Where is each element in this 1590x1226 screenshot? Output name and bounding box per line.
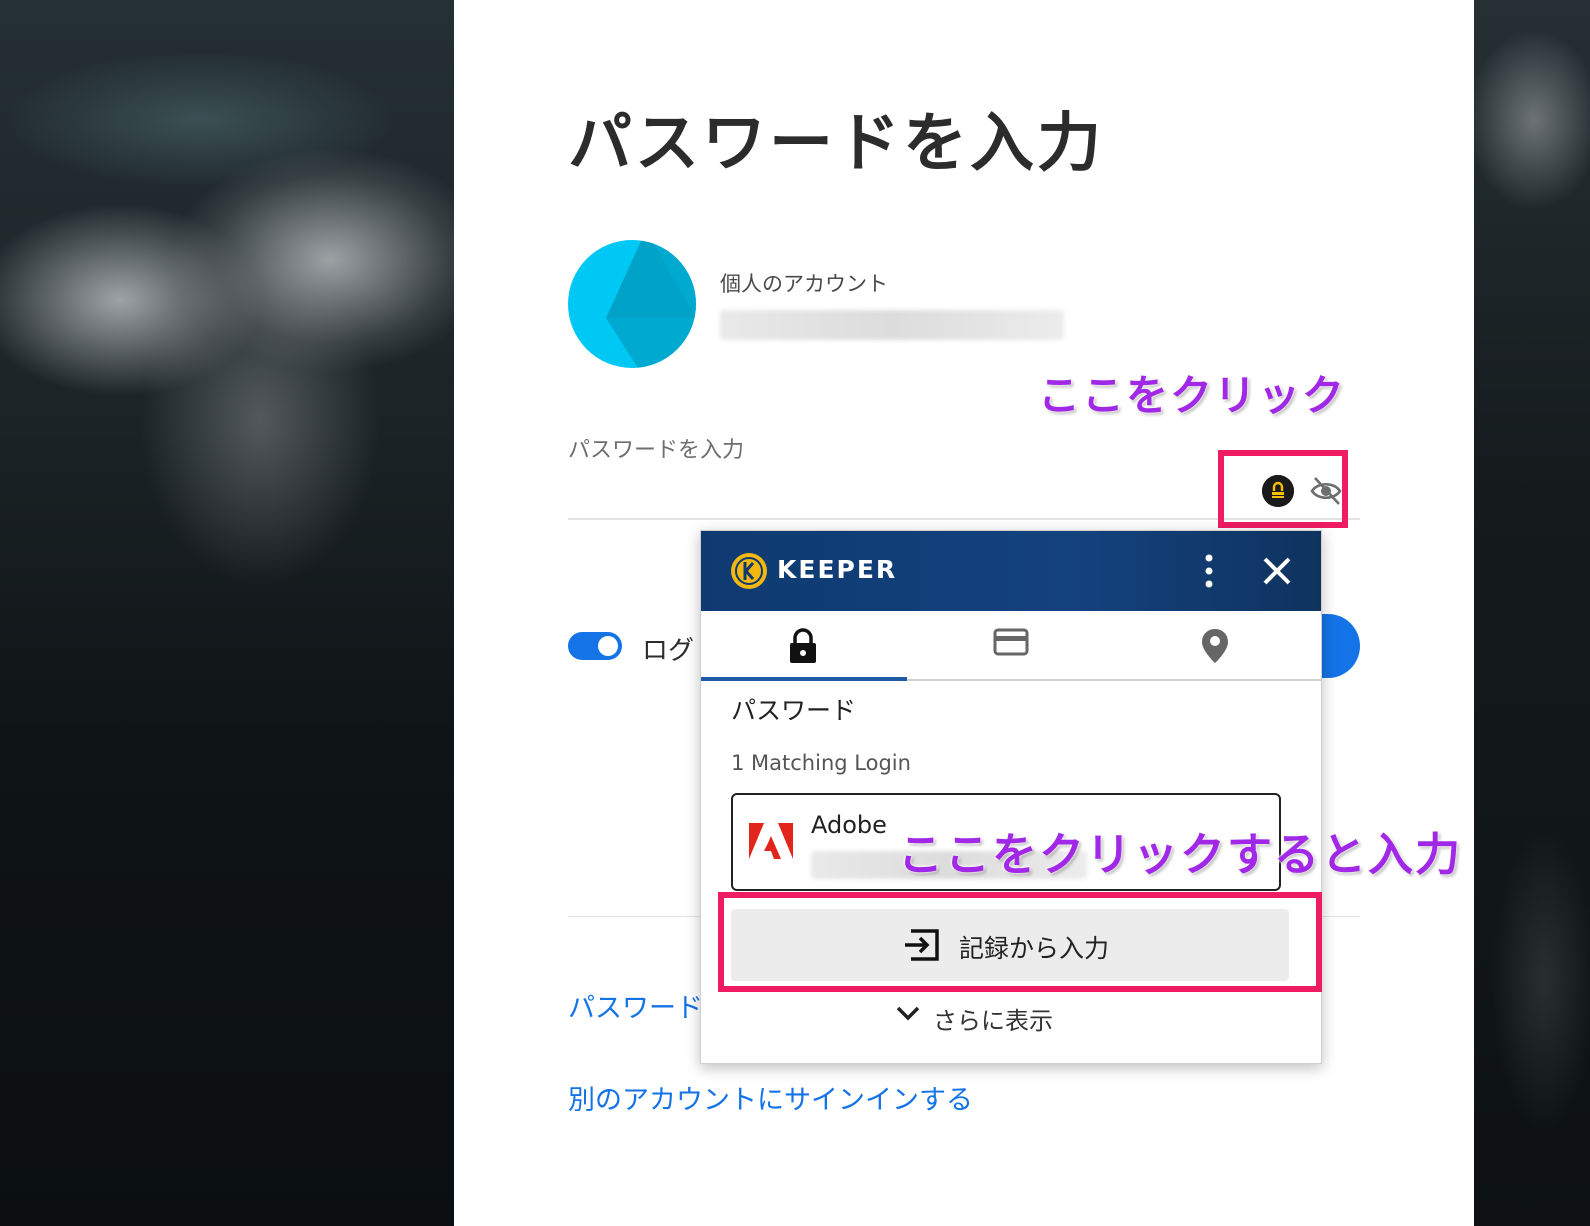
background-ocean-right [1474, 0, 1590, 1226]
keeper-brand: KEEPER [777, 555, 898, 584]
adobe-logo-icon [749, 823, 793, 863]
section-title: パスワード [731, 696, 857, 725]
remember-toggle[interactable] [568, 632, 622, 660]
keeper-header: KEEPER [701, 531, 1321, 611]
show-more-label: さらに表示 [933, 1007, 1053, 1035]
switch-account-link[interactable]: 別のアカウントにサインインする [568, 1078, 973, 1117]
tab-passwords[interactable] [701, 611, 907, 681]
account-email-blurred [720, 310, 1064, 340]
lock-icon [790, 628, 816, 663]
page-title: パスワードを入力 [568, 107, 1104, 181]
credit-card-icon [993, 628, 1029, 656]
background-ocean-left [0, 0, 454, 1226]
highlight-fill-button [718, 892, 1322, 992]
close-icon[interactable] [1259, 553, 1295, 589]
tab-addresses[interactable] [1115, 611, 1321, 681]
show-more-button[interactable]: さらに表示 [896, 1001, 1053, 1036]
account-type-label: 個人のアカウント [720, 272, 888, 296]
remember-label: ログ [642, 636, 695, 666]
location-pin-icon [1202, 629, 1228, 663]
highlight-keeper-icon [1218, 450, 1348, 528]
annotation-click-to-fill: ここをクリックすると入力 [898, 828, 1463, 881]
annotation-click-here: ここをクリック [1038, 371, 1347, 420]
record-title: Adobe [811, 811, 887, 839]
more-options-icon[interactable] [1201, 553, 1217, 589]
keeper-logo-icon [731, 553, 767, 589]
matching-count: 1 Matching Login [731, 751, 911, 775]
password-field-label: パスワードを入力 [568, 438, 745, 463]
tab-payment-cards[interactable] [908, 611, 1114, 681]
keeper-tabs [701, 611, 1321, 681]
account-avatar [568, 240, 696, 368]
forgot-password-link[interactable]: パスワード [568, 986, 703, 1025]
avatar-shape-icon [606, 240, 696, 368]
active-tab-indicator [701, 677, 907, 681]
chevron-down-icon [896, 1006, 920, 1021]
